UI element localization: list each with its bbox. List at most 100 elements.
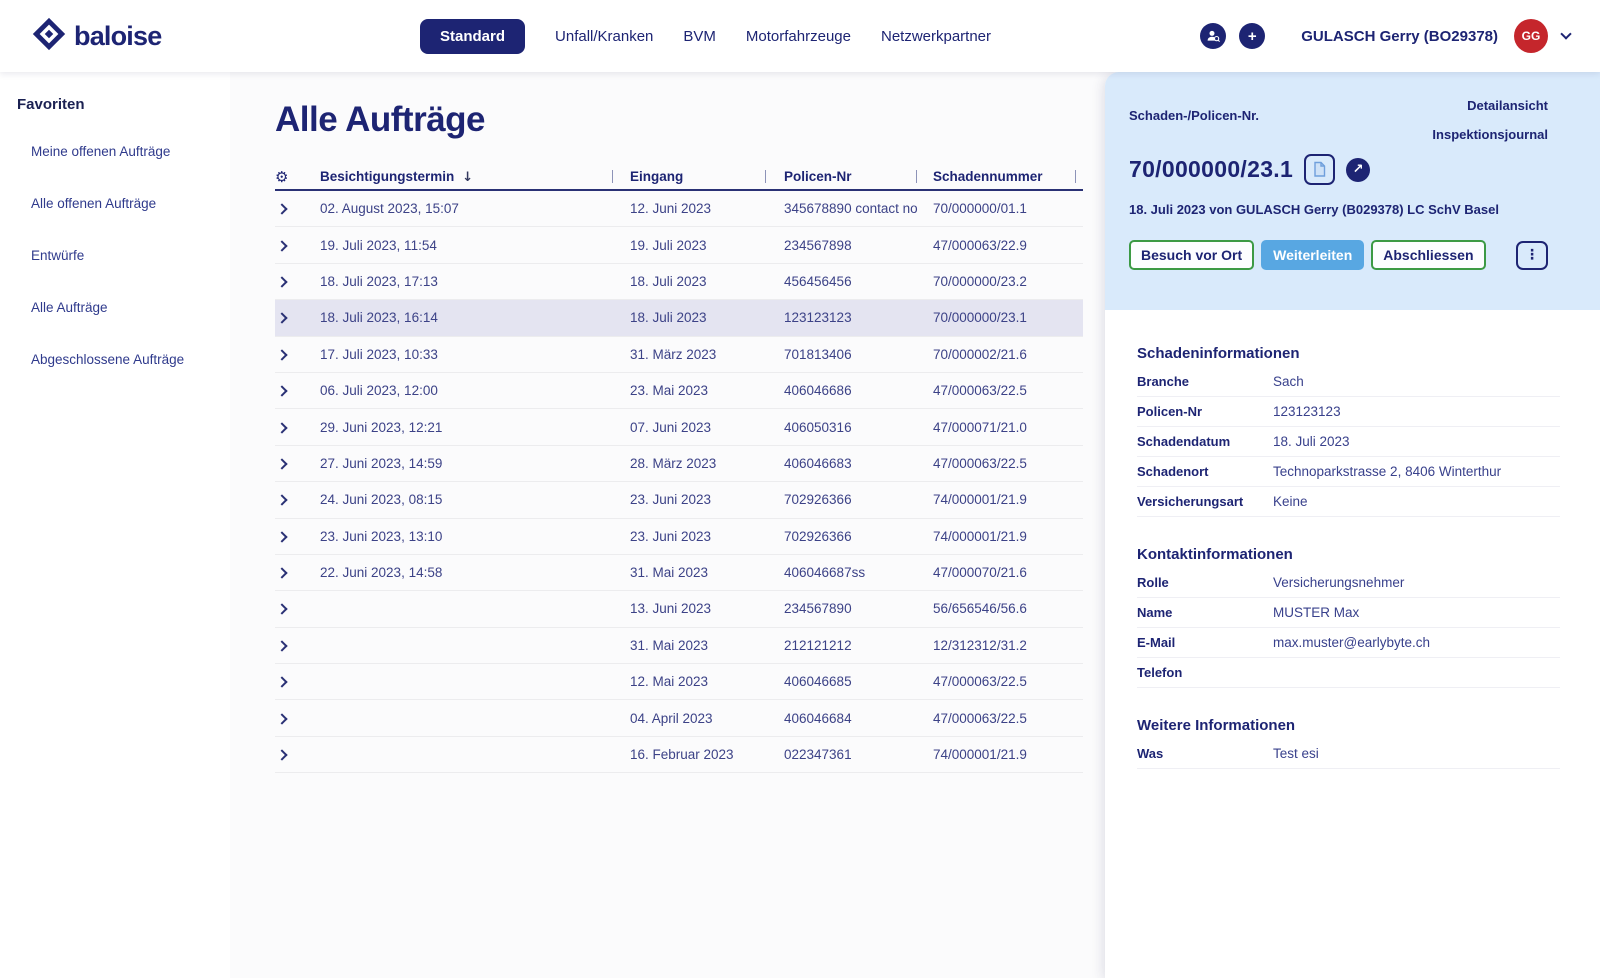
chevron-right-icon[interactable] <box>276 640 287 651</box>
row-expand-cell <box>275 383 320 398</box>
chevron-right-icon[interactable] <box>276 276 287 287</box>
copy-icon[interactable] <box>1304 154 1335 185</box>
add-icon[interactable]: + <box>1239 23 1265 49</box>
person-search-icon[interactable] <box>1200 23 1226 49</box>
detailansicht-link[interactable]: Detailansicht <box>1467 98 1548 113</box>
table-settings-icon[interactable]: ⚙ <box>275 168 288 186</box>
table-row[interactable]: 16. Februar 202302234736174/000001/21.9 <box>275 737 1083 773</box>
detail-panel: Schaden-/Policen-Nr. Detailansicht Inspe… <box>1105 72 1600 978</box>
cell-schadennummer: 74/000001/21.9 <box>933 529 1083 544</box>
sidebar-item-alle-offenen-auftr-ge[interactable]: Alle offenen Aufträge <box>31 196 230 211</box>
chevron-right-icon[interactable] <box>276 240 287 251</box>
weiterleiten-button[interactable]: Weiterleiten <box>1261 240 1364 270</box>
row-expand-cell <box>275 529 320 544</box>
field-label-rolle: Rolle <box>1137 575 1273 590</box>
chevron-right-icon[interactable] <box>276 604 287 615</box>
row-expand-cell <box>275 310 320 325</box>
sidebar-item-abgeschlossene-auftr-ge[interactable]: Abgeschlossene Aufträge <box>31 352 230 367</box>
open-claim-icon[interactable]: ↗ <box>1346 158 1370 182</box>
cell-policen-nr: 234567898 <box>784 238 933 253</box>
cell-besichtigungstermin: 24. Juni 2023, 08:15 <box>320 492 630 507</box>
table-row[interactable]: 12. Mai 202340604668547/000063/22.5 <box>275 664 1083 700</box>
cell-schadennummer: 74/000001/21.9 <box>933 492 1083 507</box>
chevron-right-icon[interactable] <box>276 677 287 688</box>
sidebar-item-entw-rfe[interactable]: Entwürfe <box>31 248 230 263</box>
cell-besichtigungstermin: 27. Juni 2023, 14:59 <box>320 456 630 471</box>
field-label-e-mail: E-Mail <box>1137 635 1273 650</box>
field-value-was: Test esi <box>1273 746 1319 761</box>
cell-besichtigungstermin: 23. Juni 2023, 13:10 <box>320 529 630 544</box>
chevron-right-icon[interactable] <box>276 531 287 542</box>
tab-unfall-kranken[interactable]: Unfall/Kranken <box>555 19 653 54</box>
column-header-eingang[interactable]: Eingang <box>630 169 784 184</box>
section-kontaktinformationen: KontaktinformationenRolleVersicherungsne… <box>1137 546 1560 688</box>
table-row[interactable]: 13. Juni 202323456789056/656546/56.6 <box>275 591 1083 627</box>
cell-policen-nr: 123123123 <box>784 310 933 325</box>
cell-policen-nr: 702926366 <box>784 529 933 544</box>
tab-netzwerkpartner[interactable]: Netzwerkpartner <box>881 19 991 54</box>
user-menu-name[interactable]: GULASCH Gerry (BO29378) <box>1301 28 1498 45</box>
chevron-down-icon[interactable] <box>1560 28 1571 39</box>
chevron-right-icon[interactable] <box>276 713 287 724</box>
table-row[interactable]: 23. Juni 2023, 13:1023. Juni 20237029263… <box>275 519 1083 555</box>
abschliessen-button[interactable]: Abschliessen <box>1371 240 1485 270</box>
column-divider <box>612 170 613 183</box>
chevron-right-icon[interactable] <box>276 349 287 360</box>
table-row[interactable]: 18. Juli 2023, 17:1318. Juli 20234564564… <box>275 264 1083 300</box>
table-row[interactable]: 27. Juni 2023, 14:5928. März 20234060466… <box>275 446 1083 482</box>
table-row[interactable]: 02. August 2023, 15:0712. Juni 202334567… <box>275 191 1083 227</box>
chevron-right-icon[interactable] <box>276 458 287 469</box>
row-expand-cell <box>275 201 320 216</box>
user-avatar[interactable]: GG <box>1514 19 1548 53</box>
cell-eingang: 18. Juli 2023 <box>630 274 784 289</box>
tab-bvm[interactable]: BVM <box>683 19 716 54</box>
table-header: ⚙ Besichtigungstermin↓ Eingang Policen-N… <box>275 164 1083 191</box>
baloise-logo[interactable]: baloise <box>32 17 262 56</box>
row-expand-cell <box>275 456 320 471</box>
field-value-schadenort: Technoparkstrasse 2, 8406 Winterthur <box>1273 464 1501 479</box>
table-row[interactable]: 19. Juli 2023, 11:5419. Juli 20232345678… <box>275 227 1083 263</box>
table-row[interactable]: 06. Juli 2023, 12:0023. Mai 202340604668… <box>275 373 1083 409</box>
cell-eingang: 16. Februar 2023 <box>630 747 784 762</box>
column-header-schadennummer[interactable]: Schadennummer <box>933 169 1083 184</box>
chevron-right-icon[interactable] <box>276 495 287 506</box>
more-actions-kebab-icon[interactable]: ⋮ <box>1516 241 1548 270</box>
cell-besichtigungstermin: 18. Juli 2023, 17:13 <box>320 274 630 289</box>
column-header-policen-nr[interactable]: Policen-Nr <box>784 169 933 184</box>
claim-number: 70/000000/23.1 <box>1129 156 1293 183</box>
field-row: SchadenortTechnoparkstrasse 2, 8406 Wint… <box>1137 457 1560 487</box>
section-schadeninformationen: SchadeninformationenBrancheSachPolicen-N… <box>1137 345 1560 517</box>
chevron-right-icon[interactable] <box>276 749 287 760</box>
table-row[interactable]: 24. Juni 2023, 08:1523. Juni 20237029263… <box>275 482 1083 518</box>
table-row[interactable]: 17. Juli 2023, 10:3331. März 20237018134… <box>275 337 1083 373</box>
row-expand-cell <box>275 601 320 616</box>
cell-schadennummer: 12/312312/31.2 <box>933 638 1083 653</box>
sidebar-item-alle-auftr-ge[interactable]: Alle Aufträge <box>31 300 230 315</box>
sidebar-item-meine-offenen-auftr-ge[interactable]: Meine offenen Aufträge <box>31 144 230 159</box>
tab-standard[interactable]: Standard <box>420 19 525 54</box>
field-row: NameMUSTER Max <box>1137 598 1560 628</box>
field-row: BrancheSach <box>1137 367 1560 397</box>
table-row[interactable]: 22. Juni 2023, 14:5831. Mai 202340604668… <box>275 555 1083 591</box>
inspektionsjournal-link[interactable]: Inspektionsjournal <box>1432 127 1548 142</box>
chevron-right-icon[interactable] <box>276 567 287 578</box>
chevron-right-icon[interactable] <box>276 422 287 433</box>
row-expand-cell <box>275 711 320 726</box>
field-label-branche: Branche <box>1137 374 1273 389</box>
table-row[interactable]: 31. Mai 202321212121212/312312/31.2 <box>275 628 1083 664</box>
field-value-name: MUSTER Max <box>1273 605 1359 620</box>
tab-motorfahrzeuge[interactable]: Motorfahrzeuge <box>746 19 851 54</box>
chevron-right-icon[interactable] <box>276 313 287 324</box>
field-label-telefon: Telefon <box>1137 665 1273 680</box>
besuch-vor-ort-button[interactable]: Besuch vor Ort <box>1129 240 1254 270</box>
cell-eingang: 19. Juli 2023 <box>630 238 784 253</box>
table-row[interactable]: 18. Juli 2023, 16:1418. Juli 20231231231… <box>275 300 1083 336</box>
row-expand-cell <box>275 274 320 289</box>
table-row[interactable]: 29. Juni 2023, 12:2107. Juni 20234060503… <box>275 409 1083 445</box>
field-value-e-mail: max.muster@earlybyte.ch <box>1273 635 1430 650</box>
field-label-policen-nr: Policen-Nr <box>1137 404 1273 419</box>
chevron-right-icon[interactable] <box>276 385 287 396</box>
table-row[interactable]: 04. April 202340604668447/000063/22.5 <box>275 700 1083 736</box>
column-header-besichtigungstermin[interactable]: Besichtigungstermin↓ <box>320 169 630 185</box>
chevron-right-icon[interactable] <box>276 204 287 215</box>
